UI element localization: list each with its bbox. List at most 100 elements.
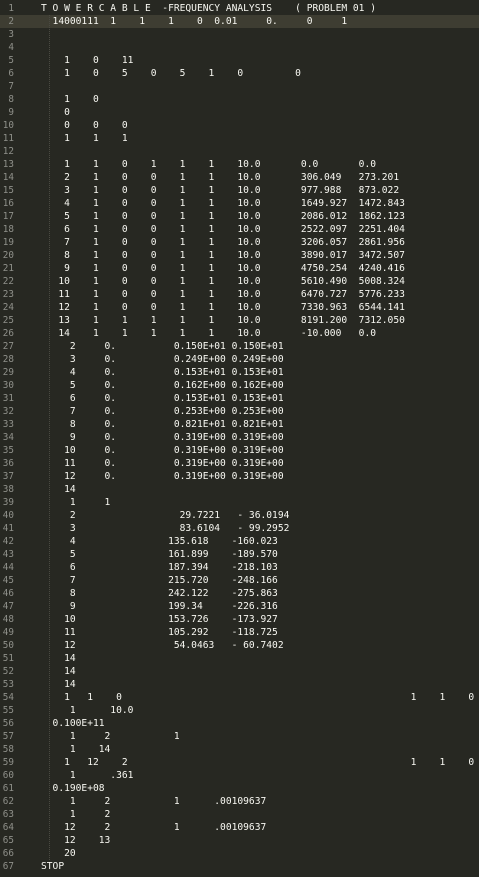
line-number: 17 xyxy=(2,211,14,222)
line-number: 39 xyxy=(2,497,14,508)
code-line[interactable]: 8 1 0 xyxy=(0,93,479,106)
code-line[interactable]: 62 1 2 1 .00109637 xyxy=(0,795,479,808)
code-line[interactable]: 50 12 54.0463 - 60.7402 xyxy=(0,639,479,652)
code-line[interactable]: 15 3 1 0 0 1 1 10.0 977.988 873.022 xyxy=(0,184,479,197)
code-line[interactable]: 4 xyxy=(0,41,479,54)
code-line-text: 14 xyxy=(41,679,76,690)
code-line[interactable]: 19 7 1 0 0 1 1 10.0 3206.057 2861.956 xyxy=(0,236,479,249)
code-line[interactable]: 60 1 .361 xyxy=(0,769,479,782)
code-line[interactable]: 24 12 1 0 0 1 1 10.0 7330.963 6544.141 xyxy=(0,301,479,314)
line-number: 49 xyxy=(2,627,14,638)
code-line[interactable]: 52 14 xyxy=(0,665,479,678)
code-line[interactable]: 42 4 135.618 -160.023 xyxy=(0,535,479,548)
code-line[interactable]: 31 6 0. 0.153E+01 0.153E+01 xyxy=(0,392,479,405)
code-line-text: 5 161.899 -189.570 xyxy=(41,549,278,560)
code-line[interactable]: 6 1 0 5 0 5 1 0 0 xyxy=(0,67,479,80)
code-line[interactable]: 53 14 xyxy=(0,678,479,691)
code-line-text: 7 1 0 0 1 1 10.0 3206.057 2861.956 xyxy=(41,237,405,248)
code-line[interactable]: 58 1 14 xyxy=(0,743,479,756)
code-line[interactable]: 27 2 0. 0.150E+01 0.150E+01 xyxy=(0,340,479,353)
code-line[interactable]: 3 xyxy=(0,28,479,41)
code-line-text: 9 199.34 -226.316 xyxy=(41,601,278,612)
line-number: 62 xyxy=(2,796,14,807)
code-line[interactable]: 29 4 0. 0.153E+01 0.153E+01 xyxy=(0,366,479,379)
line-number: 23 xyxy=(2,289,14,300)
code-line-text: 4 1 0 0 1 1 10.0 1649.927 1472.843 xyxy=(41,198,405,209)
code-line[interactable]: 46 8 242.122 -275.863 xyxy=(0,587,479,600)
line-number: 65 xyxy=(2,835,14,846)
code-line[interactable]: 9 0 xyxy=(0,106,479,119)
code-line-text: 2 1 0 0 1 1 10.0 306.049 273.201 xyxy=(41,172,400,183)
code-line-text: 7 215.720 -248.166 xyxy=(41,575,278,586)
code-line[interactable]: 32 7 0. 0.253E+00 0.253E+00 xyxy=(0,405,479,418)
code-line[interactable]: 25 13 1 1 1 1 1 10.0 8191.200 7312.050 xyxy=(0,314,479,327)
code-line-text: 3 1 0 0 1 1 10.0 977.988 873.022 xyxy=(41,185,400,196)
code-line[interactable]: 45 7 215.720 -248.166 xyxy=(0,574,479,587)
code-line[interactable]: 5 1 0 11 xyxy=(0,54,479,67)
code-line[interactable]: 67 STOP xyxy=(0,860,479,873)
code-line-text: 1 1 1 xyxy=(41,133,128,144)
code-line-text: 8 242.122 -275.863 xyxy=(41,588,278,599)
code-line[interactable]: 51 14 xyxy=(0,652,479,665)
line-number: 60 xyxy=(2,770,14,781)
code-line[interactable]: 47 9 199.34 -226.316 xyxy=(0,600,479,613)
code-line[interactable]: 63 1 2 xyxy=(0,808,479,821)
code-line-text: 12 54.0463 - 60.7402 xyxy=(41,640,284,651)
code-line[interactable]: 17 5 1 0 0 1 1 10.0 2086.012 1862.123 xyxy=(0,210,479,223)
code-line[interactable]: 1 T O W E R C A B L E -FREQUENCY ANALYSIS… xyxy=(0,2,479,15)
code-line[interactable]: 48 10 153.726 -173.927 xyxy=(0,613,479,626)
code-line[interactable]: 44 6 187.394 -218.103 xyxy=(0,561,479,574)
code-line[interactable]: 49 11 105.292 -118.725 xyxy=(0,626,479,639)
code-line[interactable]: 43 5 161.899 -189.570 xyxy=(0,548,479,561)
code-line-text: 10 153.726 -173.927 xyxy=(41,614,278,625)
code-line[interactable]: 13 1 1 0 1 1 1 10.0 0.0 0.0 xyxy=(0,158,479,171)
code-line[interactable]: 18 6 1 0 0 1 1 10.0 2522.097 2251.404 xyxy=(0,223,479,236)
line-number: 27 xyxy=(2,341,14,352)
code-area[interactable]: 1 T O W E R C A B L E -FREQUENCY ANALYSIS… xyxy=(0,0,479,877)
code-line[interactable]: 16 4 1 0 0 1 1 10.0 1649.927 1472.843 xyxy=(0,197,479,210)
code-line[interactable]: 57 1 2 1 xyxy=(0,730,479,743)
code-line-text: 14 xyxy=(41,484,76,495)
code-line[interactable]: 65 12 13 xyxy=(0,834,479,847)
code-line[interactable]: 28 3 0. 0.249E+00 0.249E+00 xyxy=(0,353,479,366)
code-line[interactable]: 41 3 83.6104 - 99.2952 xyxy=(0,522,479,535)
code-line[interactable]: 38 14 xyxy=(0,483,479,496)
code-line[interactable]: 35 10 0. 0.319E+00 0.319E+00 xyxy=(0,444,479,457)
code-line[interactable]: 55 1 10.0 xyxy=(0,704,479,717)
code-line[interactable]: 59 1 12 2 1 1 0 xyxy=(0,756,479,769)
code-line-text: 0.190E+08 xyxy=(41,783,105,794)
code-editor[interactable]: 1 T O W E R C A B L E -FREQUENCY ANALYSIS… xyxy=(0,0,479,877)
line-number: 58 xyxy=(2,744,14,755)
code-line[interactable]: 11 1 1 1 xyxy=(0,132,479,145)
code-line-text: 6 0. 0.153E+01 0.153E+01 xyxy=(41,393,284,404)
code-line[interactable]: 61 0.190E+08 xyxy=(0,782,479,795)
code-line[interactable]: 36 11 0. 0.319E+00 0.319E+00 xyxy=(0,457,479,470)
code-line[interactable]: 33 8 0. 0.821E+01 0.821E+01 xyxy=(0,418,479,431)
code-line[interactable]: 37 12 0. 0.319E+00 0.319E+00 xyxy=(0,470,479,483)
code-line[interactable]: 26 14 1 1 1 1 1 10.0 -10.000 0.0 xyxy=(0,327,479,340)
code-line[interactable]: 14 2 1 0 0 1 1 10.0 306.049 273.201 xyxy=(0,171,479,184)
code-line[interactable]: 40 2 29.7221 - 36.0194 xyxy=(0,509,479,522)
code-line[interactable]: 10 0 0 0 xyxy=(0,119,479,132)
code-line-text: 12 13 xyxy=(41,835,111,846)
code-line[interactable]: 64 12 2 1 .00109637 xyxy=(0,821,479,834)
code-line[interactable]: 20 8 1 0 0 1 1 10.0 3890.017 3472.507 xyxy=(0,249,479,262)
code-line[interactable]: 34 9 0. 0.319E+00 0.319E+00 xyxy=(0,431,479,444)
code-line[interactable]: 7 xyxy=(0,80,479,93)
code-line[interactable]: 21 9 1 0 0 1 1 10.0 4750.254 4240.416 xyxy=(0,262,479,275)
code-line[interactable]: 2 14000111 1 1 1 0 0.01 0. 0 1 xyxy=(0,15,479,28)
code-line[interactable]: 23 11 1 0 0 1 1 10.0 6470.727 5776.233 xyxy=(0,288,479,301)
code-line-text: 8 0. 0.821E+01 0.821E+01 xyxy=(41,419,284,430)
code-line[interactable]: 54 1 1 0 1 1 0 xyxy=(0,691,479,704)
code-line[interactable]: 56 0.100E+11 xyxy=(0,717,479,730)
code-line[interactable]: 39 1 1 xyxy=(0,496,479,509)
code-line[interactable]: 30 5 0. 0.162E+00 0.162E+00 xyxy=(0,379,479,392)
line-number: 44 xyxy=(2,562,14,573)
line-number: 55 xyxy=(2,705,14,716)
code-line[interactable]: 22 10 1 0 0 1 1 10.0 5610.490 5008.324 xyxy=(0,275,479,288)
code-line[interactable]: 66 20 xyxy=(0,847,479,860)
line-number: 16 xyxy=(2,198,14,209)
code-line[interactable]: 12 xyxy=(0,145,479,158)
line-number: 42 xyxy=(2,536,14,547)
line-number: 53 xyxy=(2,679,14,690)
